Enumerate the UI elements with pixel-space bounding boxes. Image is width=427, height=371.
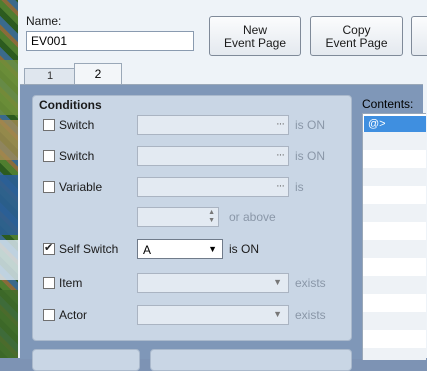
condition-row-variable: Variable ··· is bbox=[33, 177, 351, 199]
variable-value-suffix: or above bbox=[229, 210, 276, 224]
condition-row-switch-1: Switch ··· is ON bbox=[33, 115, 351, 137]
switch-2-checkbox[interactable] bbox=[43, 150, 55, 162]
paste-event-page-button[interactable] bbox=[411, 16, 427, 56]
switch-1-label: Switch bbox=[59, 118, 95, 132]
switch-1-picker[interactable]: ··· bbox=[137, 115, 289, 135]
variable-value-spinner[interactable]: ▲ ▼ bbox=[137, 207, 219, 227]
item-dropdown[interactable]: ▼ bbox=[137, 273, 289, 293]
map-tile bbox=[0, 120, 18, 160]
tab-page-2[interactable]: 2 bbox=[74, 63, 122, 85]
variable-checkbox[interactable] bbox=[43, 181, 55, 193]
chevron-down-icon: ▼ bbox=[208, 244, 217, 254]
tab-page-1[interactable]: 1 bbox=[24, 68, 76, 84]
condition-row-item: Item ▼ exists bbox=[33, 273, 351, 295]
map-tile bbox=[0, 290, 18, 358]
ellipsis-icon: ··· bbox=[276, 118, 285, 130]
actor-label: Actor bbox=[59, 308, 88, 322]
condition-row-switch-2: Switch ··· is ON bbox=[33, 146, 351, 168]
chevron-down-icon: ▼ bbox=[273, 309, 282, 319]
event-name-input[interactable] bbox=[26, 31, 194, 51]
switch-1-checkbox[interactable] bbox=[43, 119, 55, 131]
spin-up-icon[interactable]: ▲ bbox=[208, 209, 215, 216]
new-event-page-label: New Event Page bbox=[223, 23, 287, 50]
self-switch-label: Self Switch bbox=[59, 242, 119, 256]
switch-2-suffix: is ON bbox=[295, 149, 325, 163]
actor-checkbox[interactable] bbox=[43, 309, 55, 321]
spin-down-icon[interactable]: ▼ bbox=[208, 217, 215, 224]
switch-2-label: Switch bbox=[59, 149, 95, 163]
variable-label: Variable bbox=[59, 180, 103, 194]
condition-row-self-switch: Self Switch A ▼ is ON bbox=[33, 239, 351, 261]
contents-list[interactable]: @> bbox=[362, 113, 426, 360]
graphic-group bbox=[32, 349, 140, 371]
self-switch-checkbox[interactable] bbox=[43, 241, 55, 255]
actor-dropdown[interactable]: ▼ bbox=[137, 305, 289, 325]
copy-event-page-label: Copy Event Page bbox=[325, 23, 388, 50]
item-suffix: exists bbox=[295, 276, 326, 290]
map-tile bbox=[0, 175, 18, 235]
map-tile bbox=[0, 240, 18, 280]
variable-picker[interactable]: ··· bbox=[137, 177, 289, 197]
self-switch-suffix: is ON bbox=[229, 242, 259, 256]
event-editor-dialog: Name: New Event Page Copy Event Page 1 2… bbox=[18, 0, 427, 371]
item-label: Item bbox=[59, 276, 83, 290]
switch-1-suffix: is ON bbox=[295, 118, 325, 132]
list-item[interactable]: @> bbox=[364, 116, 426, 132]
condition-row-variable-value: ▲ ▼ or above bbox=[33, 207, 351, 229]
map-preview-strip bbox=[0, 0, 18, 358]
item-checkbox[interactable] bbox=[43, 277, 55, 289]
name-label: Name: bbox=[26, 14, 62, 28]
new-event-page-button[interactable]: New Event Page bbox=[209, 16, 301, 56]
chevron-down-icon: ▼ bbox=[273, 277, 282, 287]
ellipsis-icon: ··· bbox=[276, 149, 285, 161]
map-tile bbox=[0, 60, 18, 115]
actor-suffix: exists bbox=[295, 308, 326, 322]
contents-label: Contents: bbox=[362, 97, 414, 111]
ellipsis-icon: ··· bbox=[276, 180, 285, 192]
self-switch-value: A bbox=[143, 243, 152, 257]
tab-label: 2 bbox=[94, 67, 102, 81]
variable-suffix: is bbox=[295, 180, 304, 194]
conditions-title: Conditions bbox=[39, 98, 102, 112]
autonomous-movement-group bbox=[150, 349, 352, 371]
switch-2-picker[interactable]: ··· bbox=[137, 146, 289, 166]
conditions-group: Conditions Switch ··· is ON Switch ··· i… bbox=[32, 95, 352, 341]
event-page-content: Conditions Switch ··· is ON Switch ··· i… bbox=[20, 84, 426, 371]
tab-label: 1 bbox=[46, 70, 54, 82]
self-switch-select[interactable]: A ▼ bbox=[137, 239, 223, 259]
condition-row-actor: Actor ▼ exists bbox=[33, 305, 351, 327]
copy-event-page-button[interactable]: Copy Event Page bbox=[310, 16, 403, 56]
